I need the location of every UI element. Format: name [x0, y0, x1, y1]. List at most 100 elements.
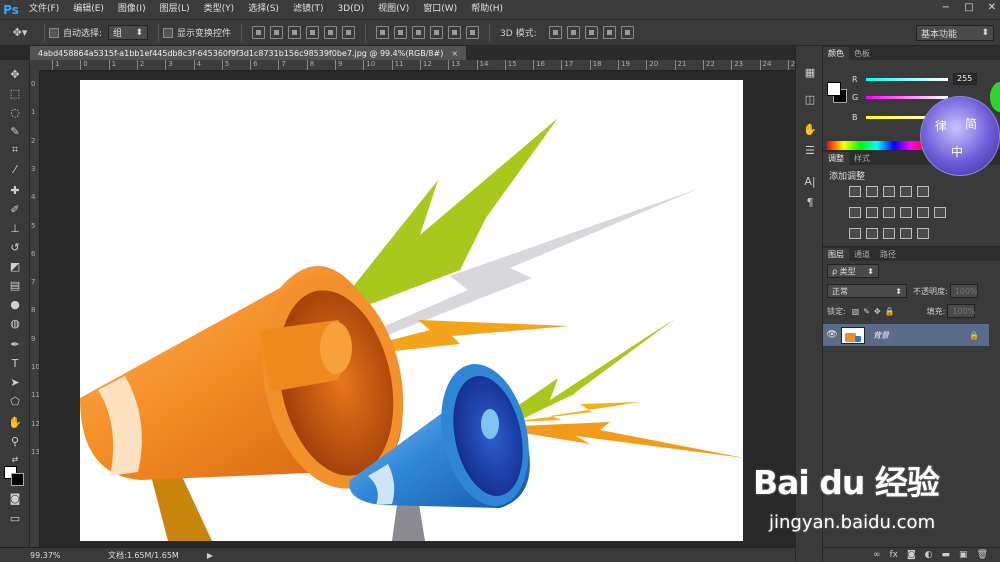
healing-brush-tool-icon[interactable]: ✚ [5, 182, 25, 198]
brush-tool-icon[interactable]: ✐ [5, 201, 25, 217]
zoom-level[interactable]: 99.37% [0, 551, 61, 560]
link-layers-icon[interactable]: ∞ [873, 550, 881, 560]
add-mask-icon[interactable]: ◙ [907, 550, 916, 560]
close-tab-icon[interactable]: × [451, 49, 458, 58]
history-panel-icon[interactable]: ▦ [801, 64, 819, 80]
path-select-tool-icon[interactable]: ➤ [5, 374, 25, 390]
align-vcenter-icon[interactable] [270, 26, 284, 39]
align-bottom-icon[interactable] [288, 26, 302, 39]
align-hcenter-icon[interactable] [324, 26, 338, 39]
menu-image[interactable]: 图像(I) [111, 0, 153, 19]
color-lookup-icon[interactable] [934, 207, 946, 218]
menu-filter[interactable]: 滤镜(T) [286, 0, 331, 19]
tab-styles[interactable]: 样式 [849, 152, 875, 165]
ruler-origin[interactable] [30, 60, 40, 71]
history-brush-tool-icon[interactable]: ↺ [5, 239, 25, 255]
menu-window[interactable]: 窗口(W) [416, 0, 464, 19]
gradient-map-icon[interactable] [900, 228, 912, 239]
lasso-tool-icon[interactable]: ◌ [5, 104, 25, 120]
properties-panel-icon[interactable]: ◫ [801, 91, 819, 107]
pen-tool-icon[interactable]: ✒ [5, 336, 25, 352]
paragraph-panel-icon[interactable]: ¶ [801, 194, 819, 210]
levels-icon[interactable] [866, 186, 878, 197]
auto-select-checkbox[interactable] [49, 27, 59, 38]
visibility-eye-icon[interactable]: 👁 [823, 330, 841, 340]
new-group-icon[interactable]: ▬ [942, 550, 951, 560]
menu-type[interactable]: 类型(Y) [197, 0, 242, 19]
curves-icon[interactable] [883, 186, 895, 197]
dodge-tool-icon[interactable]: ◍ [5, 315, 25, 331]
delete-layer-icon[interactable]: 🗑 [977, 550, 988, 560]
document-tab[interactable]: 4abd458864a5315f-a1bb1ef445db8c3f-645360… [30, 46, 467, 60]
tab-paths[interactable]: 路径 [875, 248, 901, 261]
vibrance-icon[interactable] [917, 186, 929, 197]
brush-presets-icon[interactable]: ✋ [801, 121, 819, 137]
gradient-tool-icon[interactable]: ▤ [5, 277, 25, 293]
3d-scale-icon[interactable] [620, 26, 634, 39]
horizontal-ruler[interactable]: 1 0 1 2 3 4 5 6 7 8 9 10 11 12 13 14 15 16 17 18 19 20 21 22 23 2… [40, 60, 795, 71]
distribute-bottom-icon[interactable] [412, 26, 426, 39]
distribute-vcenter-icon[interactable] [394, 26, 408, 39]
layer-filter-dropdown[interactable]: ρ 类型 ⬍ [827, 264, 879, 278]
crop-tool-icon[interactable]: ⌗ [5, 142, 25, 158]
fx-icon[interactable]: fx [889, 550, 898, 560]
workspace-dropdown[interactable]: 基本功能 ⬍ [916, 25, 994, 41]
3d-roll-icon[interactable] [566, 26, 580, 39]
shape-tool-icon[interactable]: ⬠ [5, 393, 25, 409]
move-tool-icon[interactable]: ✥ [5, 66, 25, 82]
red-bar[interactable] [866, 77, 948, 81]
posterize-icon[interactable] [866, 228, 878, 239]
menu-3d[interactable]: 3D(D) [330, 0, 371, 19]
channel-mixer-icon[interactable] [917, 207, 929, 218]
zoom-tool-icon[interactable]: ⚲ [5, 433, 25, 449]
align-top-icon[interactable] [252, 26, 266, 39]
black-white-icon[interactable] [883, 207, 895, 218]
brightness-icon[interactable] [849, 186, 861, 197]
threshold-icon[interactable] [883, 228, 895, 239]
blend-mode-dropdown[interactable]: 正常 ⬍ [827, 284, 907, 298]
hue-saturation-icon[interactable] [849, 207, 861, 218]
menu-select[interactable]: 选择(S) [241, 0, 286, 19]
align-right-icon[interactable] [342, 26, 356, 39]
hand-tool-icon[interactable]: ✋ [5, 414, 25, 430]
color-balance-icon[interactable] [866, 207, 878, 218]
eraser-tool-icon[interactable]: ◩ [5, 258, 25, 274]
distribute-top-icon[interactable] [376, 26, 390, 39]
distribute-right-icon[interactable] [466, 26, 480, 39]
opacity-input[interactable]: 100% [949, 284, 978, 298]
menu-help[interactable]: 帮助(H) [464, 0, 510, 19]
green-bar[interactable] [866, 95, 948, 99]
photo-filter-icon[interactable] [900, 207, 912, 218]
quick-select-tool-icon[interactable]: ✎ [5, 123, 25, 139]
new-layer-icon[interactable]: ▣ [959, 550, 968, 560]
minimize-button[interactable]: − [942, 2, 950, 13]
exposure-icon[interactable] [900, 186, 912, 197]
eyedropper-tool-icon[interactable]: ⁄ [5, 161, 25, 177]
lock-options-icon[interactable]: ▧✎✥🔒 [852, 307, 899, 316]
menu-view[interactable]: 视图(V) [371, 0, 416, 19]
tab-adjustments[interactable]: 调整 [823, 152, 849, 165]
close-button[interactable]: ✕ [988, 2, 996, 13]
tab-layers[interactable]: 图层 [823, 248, 849, 261]
auto-select-dropdown[interactable]: 组 ⬍ [108, 25, 149, 40]
menu-file[interactable]: 文件(F) [22, 0, 66, 19]
align-left-icon[interactable] [306, 26, 320, 39]
3d-slide-icon[interactable] [602, 26, 616, 39]
menu-layer[interactable]: 图层(L) [153, 0, 197, 19]
3d-rotate-icon[interactable] [548, 26, 562, 39]
marquee-tool-icon[interactable]: ⬚ [5, 85, 25, 101]
3d-pan-icon[interactable] [584, 26, 598, 39]
menu-edit[interactable]: 编辑(E) [66, 0, 111, 19]
layer-background[interactable]: 👁 背景 🔒 [823, 324, 989, 346]
vertical-ruler[interactable]: 0 1 2 3 4 5 6 7 8 9 10 11 12 13 [30, 71, 40, 547]
clone-stamp-tool-icon[interactable]: ⊥ [5, 220, 25, 236]
maximize-button[interactable]: □ [964, 2, 973, 13]
selective-color-icon[interactable] [917, 228, 929, 239]
panel-foreground-swatch[interactable] [827, 82, 841, 96]
fill-input[interactable]: 100% [947, 304, 976, 318]
character-panel-icon[interactable]: A| [801, 173, 819, 189]
invert-icon[interactable] [849, 228, 861, 239]
distribute-hcenter-icon[interactable] [448, 26, 462, 39]
type-tool-icon[interactable]: T [5, 355, 25, 371]
red-value[interactable]: 255 [953, 73, 977, 85]
